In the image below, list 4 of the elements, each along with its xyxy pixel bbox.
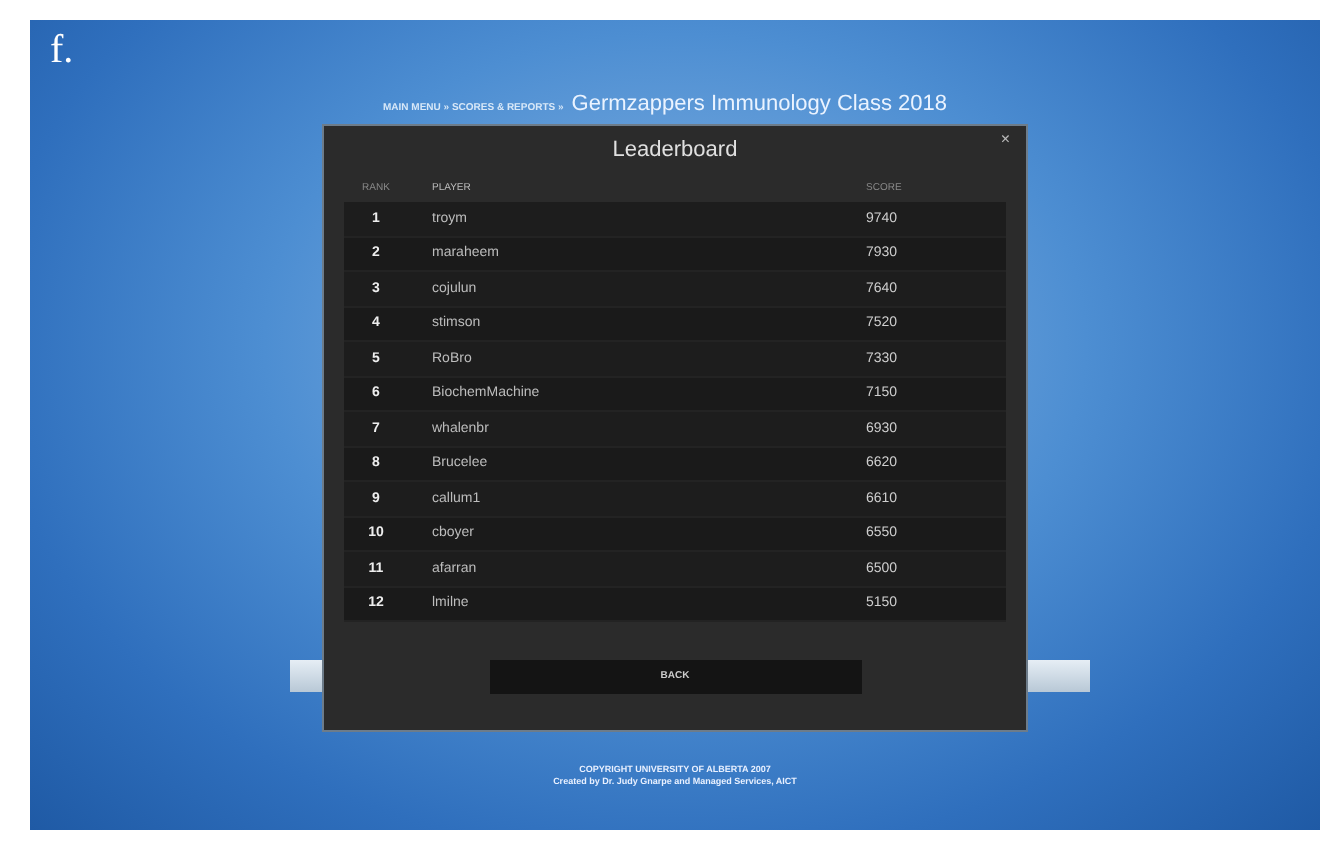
- figure-label: f.: [50, 28, 74, 74]
- dialog-title: Leaderboard: [612, 138, 738, 162]
- page-title: Germzappers Immunology Class 2018: [571, 92, 947, 116]
- close-button[interactable]: ×: [996, 130, 1014, 150]
